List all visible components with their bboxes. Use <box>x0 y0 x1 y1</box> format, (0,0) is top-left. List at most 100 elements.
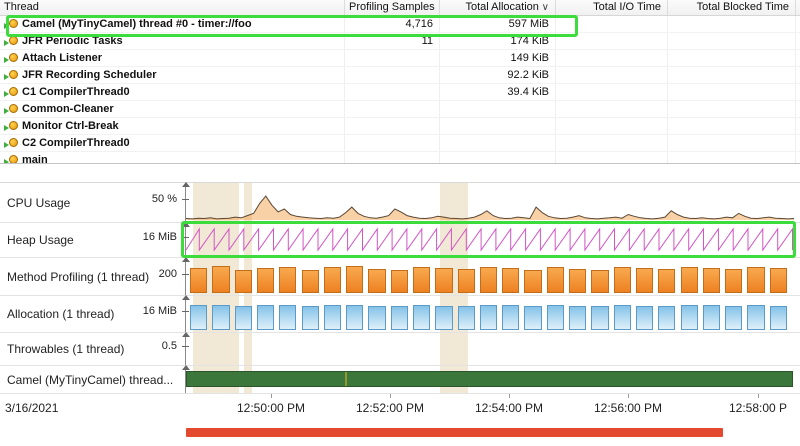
thread-running-icon <box>4 35 18 47</box>
thread-name-cell: main <box>0 152 345 163</box>
event-marker <box>345 372 347 386</box>
histogram-bar <box>681 267 698 293</box>
histogram-bar <box>435 268 452 293</box>
timeline-row-label: Allocation (1 thread) <box>7 307 114 321</box>
io-time-cell <box>556 152 668 163</box>
thread-table-header: ThreadProfiling SamplesTotal Allocation … <box>0 0 800 16</box>
samples-cell <box>345 135 440 151</box>
column-header-profiling-samples[interactable]: Profiling Samples <box>345 0 440 15</box>
io-time-cell <box>556 67 668 83</box>
histogram-bar <box>725 269 742 293</box>
histogram-bar <box>591 270 608 294</box>
histogram-bar <box>302 306 319 330</box>
timeline-row-label: Heap Usage <box>7 233 74 247</box>
chart-method-profiling-1-thread <box>185 258 795 295</box>
timeline-panel: CPU Usage50 %Heap Usage16 MiBMethod Prof… <box>0 182 800 446</box>
axis-arrow-icon <box>182 332 190 337</box>
histogram-bar <box>257 268 274 293</box>
table-row[interactable]: C1 CompilerThread039.4 KiB <box>0 84 800 101</box>
time-tick-mark <box>628 394 629 398</box>
histogram-bar <box>703 305 720 330</box>
timeline-row-allocation-1-thread[interactable]: Allocation (1 thread) 16 MiB <box>0 296 800 333</box>
allocation-cell: 149 KiB <box>440 50 556 66</box>
timeline-row-label: Throwables (1 thread) <box>7 342 124 356</box>
samples-cell <box>345 118 440 134</box>
timeline-rows: CPU Usage50 %Heap Usage16 MiBMethod Prof… <box>0 183 800 394</box>
time-axis-ticks: 12:50:00 PM12:52:00 PM12:54:00 PM12:56:0… <box>186 394 794 424</box>
histogram-bar <box>480 305 497 330</box>
column-header-thread[interactable]: Thread <box>0 0 345 15</box>
histogram-bar <box>770 268 787 293</box>
histogram-bar <box>368 306 385 330</box>
table-row[interactable]: Common-Cleaner <box>0 101 800 118</box>
profiler-window: ThreadProfiling SamplesTotal Allocation … <box>0 0 800 446</box>
histogram-bar <box>703 268 720 293</box>
histogram-bar <box>681 305 698 330</box>
io-time-cell <box>556 16 668 32</box>
thread-running-icon <box>4 137 18 149</box>
thread-presence-bar <box>186 371 793 387</box>
heap-usage-graph <box>186 223 794 258</box>
timeline-row-method-profiling-1-thread[interactable]: Method Profiling (1 thread)200 <box>0 258 800 296</box>
histogram-bar <box>636 306 653 331</box>
histogram-bar <box>458 306 475 330</box>
histogram-bar <box>747 267 764 293</box>
timeline-row-camel-mytinycamel-thread[interactable]: Camel (MyTinyCamel) thread... <box>0 366 800 394</box>
chart-allocation-1-thread <box>185 296 795 332</box>
thread-name-cell: Common-Cleaner <box>0 101 345 117</box>
histogram-bar <box>257 305 274 330</box>
time-tick-mark <box>271 394 272 398</box>
histogram-bar <box>212 266 229 293</box>
io-time-cell <box>556 33 668 49</box>
column-header-total-blocked-time[interactable]: Total Blocked Time <box>668 0 796 15</box>
histogram-bar <box>636 268 653 293</box>
chart-cpu-usage <box>185 183 795 222</box>
column-header-total-allocation[interactable]: Total Allocation ∨ <box>440 0 556 15</box>
timeline-scrollbar[interactable] <box>186 428 723 437</box>
timeline-row-throwables-1-thread[interactable]: Throwables (1 thread)0.5 <box>0 333 800 366</box>
blocked-time-cell <box>668 101 796 117</box>
allocation-cell: 597 MiB <box>440 16 556 32</box>
scale-label: 16 MiB <box>143 305 177 317</box>
samples-cell <box>345 67 440 83</box>
samples-cell <box>345 84 440 100</box>
histogram-bar <box>346 266 363 293</box>
timeline-row-cpu-usage[interactable]: CPU Usage50 % <box>0 183 800 223</box>
histogram-bar <box>190 268 207 293</box>
allocation-cell <box>440 101 556 117</box>
column-header-total-i-o-time[interactable]: Total I/O Time <box>556 0 668 15</box>
thread-running-icon <box>4 18 18 30</box>
table-row[interactable]: JFR Recording Scheduler 92.2 KiB <box>0 67 800 84</box>
allocation-cell <box>440 152 556 163</box>
samples-cell <box>345 50 440 66</box>
allocation-cell <box>440 118 556 134</box>
table-row[interactable]: JFR Periodic Tasks11174 KiB <box>0 33 800 50</box>
blocked-time-cell <box>668 135 796 151</box>
samples-cell <box>345 101 440 117</box>
histogram-bar <box>614 305 631 330</box>
histogram-bar <box>524 306 541 330</box>
cpu-usage-graph <box>186 183 794 223</box>
histogram-bar <box>435 306 452 331</box>
samples-cell <box>345 152 440 163</box>
timeline-row-label: Method Profiling (1 thread) <box>7 270 149 284</box>
thread-name-cell: Camel (MyTinyCamel) thread #0 - timer://… <box>0 16 345 32</box>
table-row[interactable]: Attach Listener149 KiB <box>0 50 800 67</box>
thread-running-icon <box>4 120 18 132</box>
table-row[interactable]: Camel (MyTinyCamel) thread #0 - timer://… <box>0 16 800 33</box>
histogram-bar <box>502 305 519 330</box>
histogram-bar <box>413 267 430 293</box>
table-row[interactable]: Monitor Ctrl-Break <box>0 118 800 135</box>
table-row[interactable]: C2 CompilerThread0 <box>0 135 800 152</box>
thread-name-cell: JFR Recording Scheduler <box>0 67 345 83</box>
table-row[interactable]: main <box>0 152 800 163</box>
timeline-row-label: CPU Usage <box>7 196 70 210</box>
histogram-bar <box>569 306 586 330</box>
chart-throwables-1-thread <box>185 333 795 365</box>
histogram-bar <box>235 306 252 330</box>
allocation-cell: 92.2 KiB <box>440 67 556 83</box>
axis-arrow-icon <box>182 295 190 300</box>
timeline-row-heap-usage[interactable]: Heap Usage16 MiB <box>0 223 800 258</box>
blocked-time-cell <box>668 50 796 66</box>
axis-arrow-icon <box>182 257 190 262</box>
